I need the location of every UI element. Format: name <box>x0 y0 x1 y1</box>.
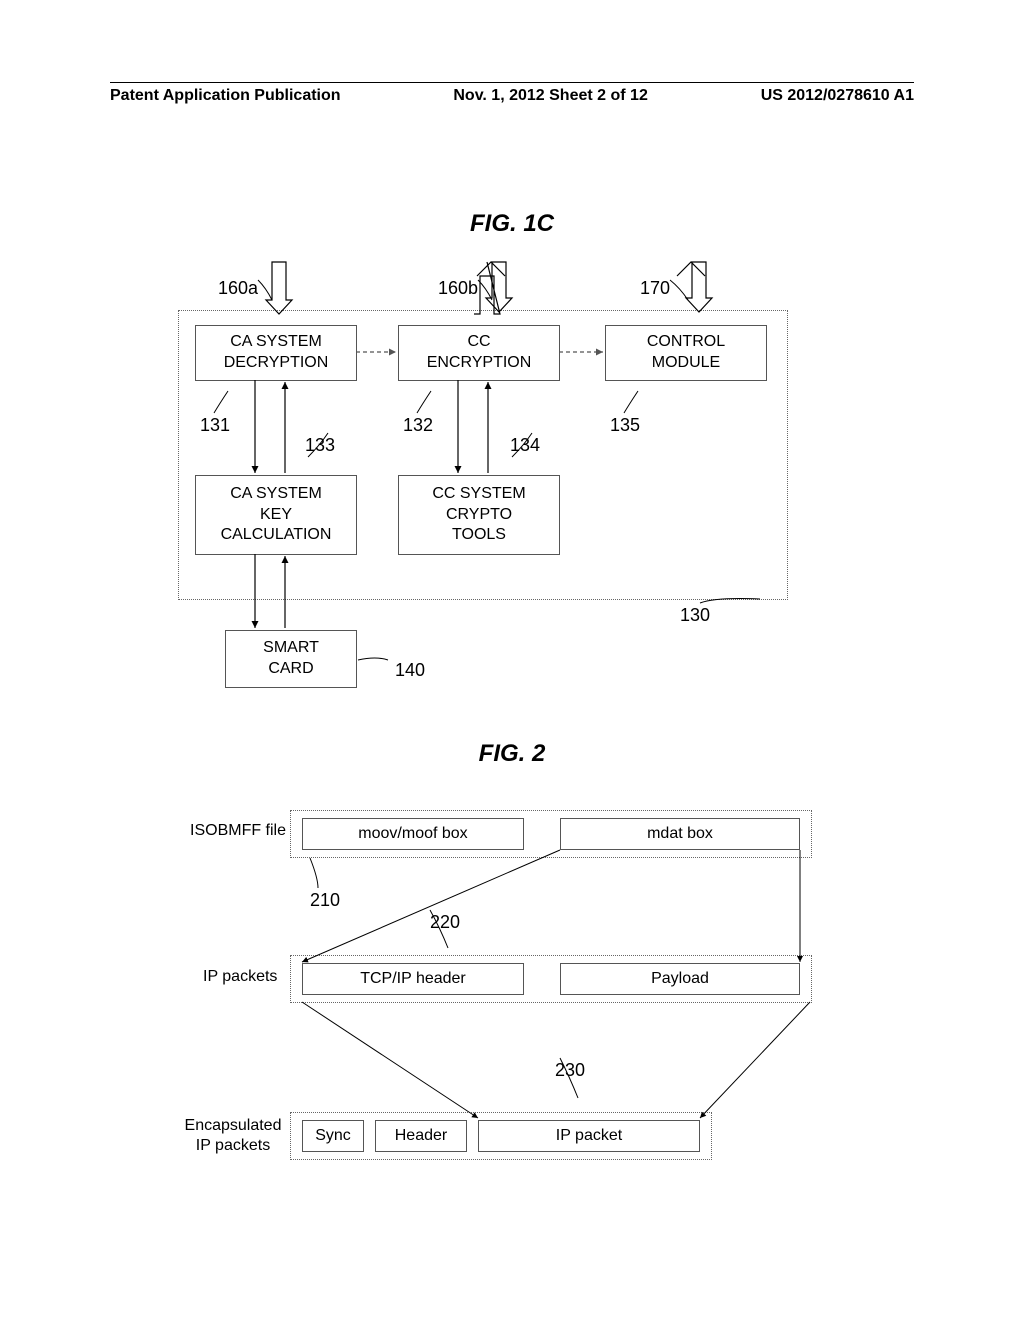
box-control-l2: MODULE <box>652 353 720 374</box>
box-ca-key-l3: CALCULATION <box>221 525 332 546</box>
box-cc-crypto-tools: CC SYSTEM CRYPTO TOOLS <box>398 475 560 555</box>
ref-140: 140 <box>395 660 425 681</box>
ref-210: 210 <box>310 890 340 911</box>
box-ca-key-l2: KEY <box>260 505 292 526</box>
box-ca-decrypt-l2: DECRYPTION <box>224 353 329 374</box>
box-control-module: CONTROL MODULE <box>605 325 767 381</box>
ref-132: 132 <box>403 415 433 436</box>
label-encap: Encapsulated IP packets <box>183 1116 283 1156</box>
header-right: US 2012/0278610 A1 <box>761 87 914 105</box>
ref-135: 135 <box>610 415 640 436</box>
box-ippacket: IP packet <box>478 1120 700 1152</box>
ref-130: 130 <box>680 605 710 626</box>
box-ca-key-l1: CA SYSTEM <box>230 484 322 505</box>
box-sync: Sync <box>302 1120 364 1152</box>
box-cc-tools-l3: TOOLS <box>452 525 506 546</box>
box-cc-encryption: CC ENCRYPTION <box>398 325 560 381</box>
label-encap-l2: IP packets <box>196 1137 270 1154</box>
ref-230: 230 <box>555 1060 585 1081</box>
box-smart-l1: SMART <box>263 638 319 659</box>
box-payload: Payload <box>560 963 800 995</box>
box-ca-key-calc: CA SYSTEM KEY CALCULATION <box>195 475 357 555</box>
fig2-title: FIG. 2 <box>412 740 612 768</box>
box-header: Header <box>375 1120 467 1152</box>
box-smart-l2: CARD <box>268 659 313 680</box>
box-control-l1: CONTROL <box>647 332 725 353</box>
box-smart-card: SMART CARD <box>225 630 357 688</box>
ref-131: 131 <box>200 415 230 436</box>
ref-170: 170 <box>640 278 670 299</box>
box-ca-system-decryption: CA SYSTEM DECRYPTION <box>195 325 357 381</box>
box-cc-enc-l2: ENCRYPTION <box>427 353 532 374</box>
box-cc-tools-l2: CRYPTO <box>446 505 512 526</box>
ref-134: 134 <box>510 435 540 456</box>
ref-160b: 160b <box>438 278 478 299</box>
ref-160a: 160a <box>218 278 258 299</box>
ref-220: 220 <box>430 912 460 933</box>
header-left: Patent Application Publication <box>110 87 341 105</box>
box-tcpip: TCP/IP header <box>302 963 524 995</box>
label-ip: IP packets <box>203 968 277 986</box>
fig1c-title: FIG. 1C <box>412 210 612 238</box>
box-cc-enc-l1: CC <box>467 332 490 353</box>
box-moov: moov/moof box <box>302 818 524 850</box>
page-header: Patent Application Publication Nov. 1, 2… <box>110 82 914 105</box>
box-mdat: mdat box <box>560 818 800 850</box>
label-isobmff: ISOBMFF file <box>190 822 286 840</box>
header-center: Nov. 1, 2012 Sheet 2 of 12 <box>453 87 647 105</box>
ref-133: 133 <box>305 435 335 456</box>
box-cc-tools-l1: CC SYSTEM <box>432 484 525 505</box>
label-encap-l1: Encapsulated <box>185 1117 282 1134</box>
box-ca-decrypt-l1: CA SYSTEM <box>230 332 322 353</box>
